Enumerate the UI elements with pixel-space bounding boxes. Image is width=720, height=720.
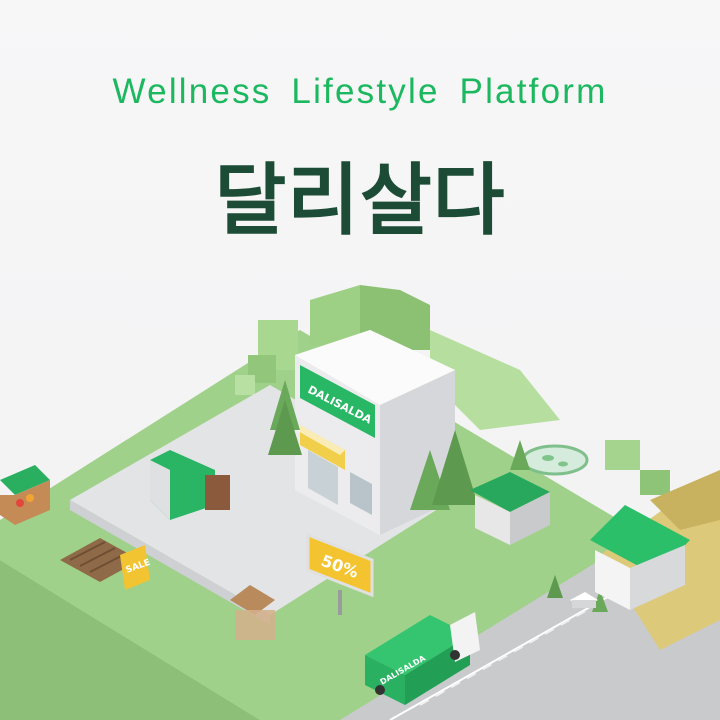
wellness-lifestyle-illustration: Wellness Lifestyle Platform 달리살다 DALISAL… [0,0,720,720]
isometric-town-scene: DALISALDA SALE 50% DALISALDA [0,285,720,720]
pond [521,444,589,476]
